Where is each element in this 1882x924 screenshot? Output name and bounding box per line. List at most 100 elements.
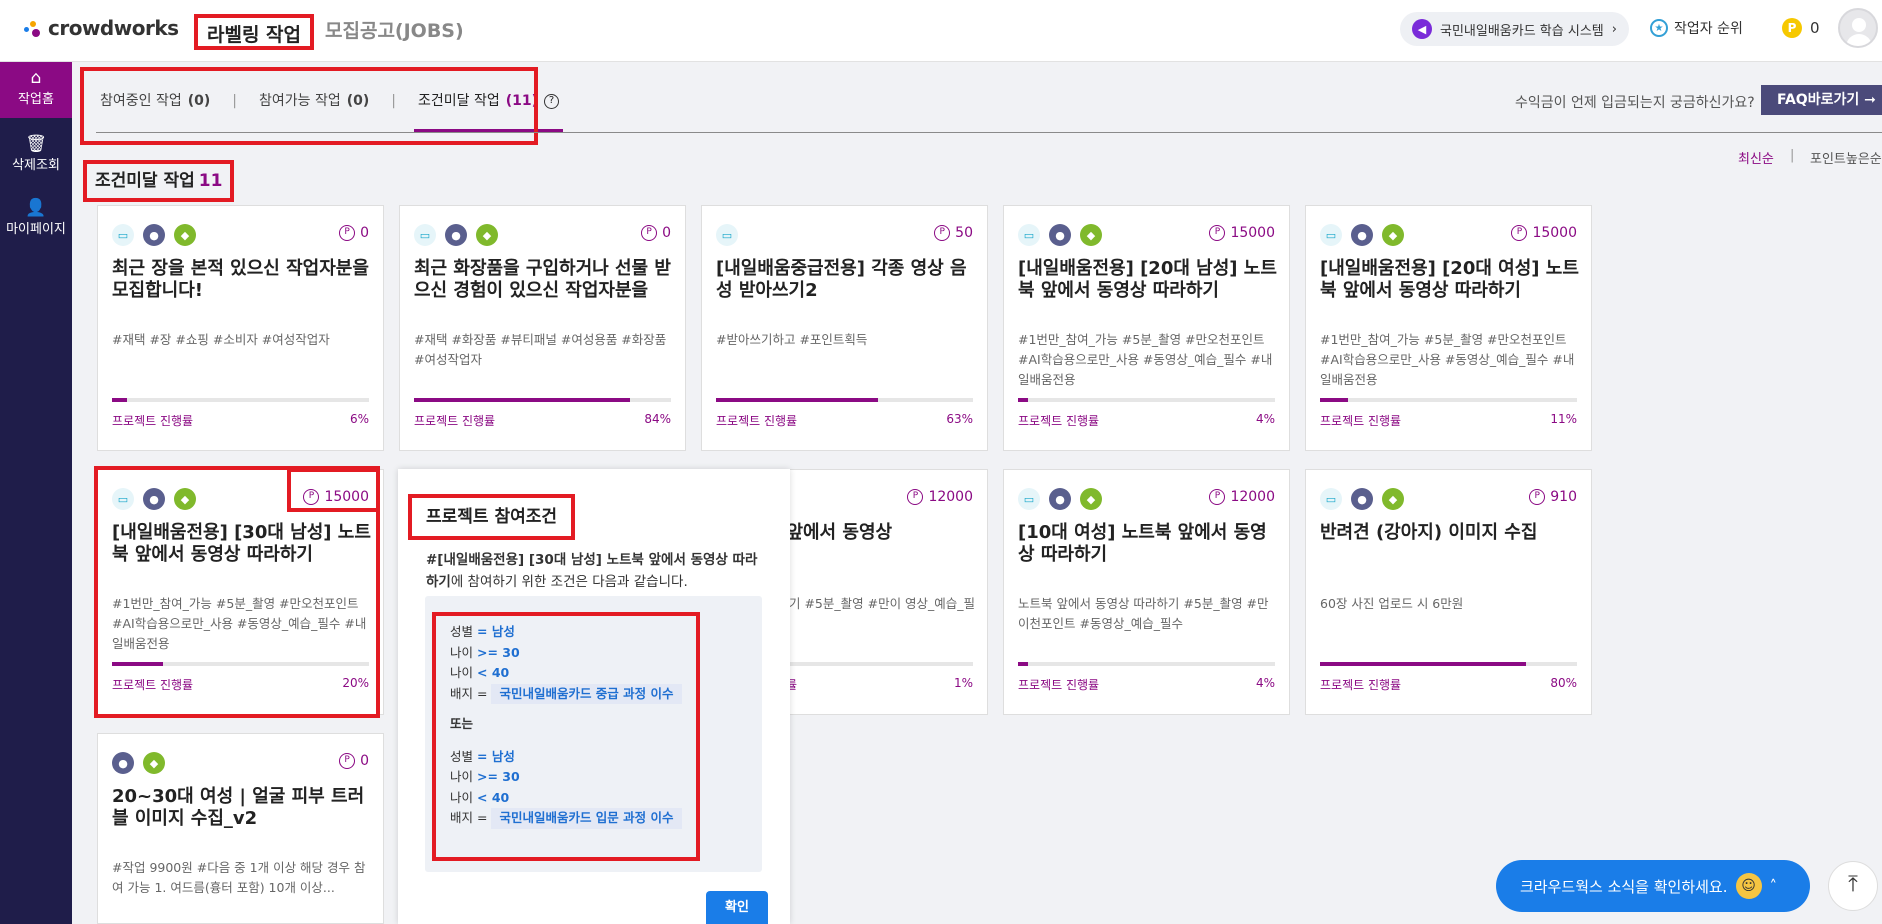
android-icon: ◆ [1080, 224, 1102, 246]
project-card[interactable]: ▭ ● ◆ P 15000 [내일배움전용] [30대 남성] 노트북 앞에서 동영상 따… [97, 469, 384, 715]
learning-system-button[interactable]: ◀ 국민내일배움카드 학습 시스템 › [1400, 12, 1629, 46]
worker-rank-link[interactable]: ★ 작업자 순위 [1650, 18, 1743, 38]
cond-value: < 40 [477, 789, 510, 805]
apple-icon: ● [1351, 488, 1373, 510]
project-card[interactable]: ▭ ● ◆ P 910 반려견 (강아지) 이미지 수집 60장 사진 업로드 시 6만원 프… [1305, 469, 1592, 715]
cond-key: 배지 = [450, 810, 488, 825]
worker-rank-label: 작업자 순위 [1674, 21, 1743, 37]
news-label: 크라우드웍스 소식을 확인하세요. [1520, 877, 1728, 896]
card-points: P 910 [1529, 489, 1577, 505]
project-card[interactable]: ▭ P 50 [내일배움중급전용] 각종 영상 음성 받아쓰기2 #받아쓰기하고 #포인… [701, 205, 988, 451]
faq-button[interactable]: FAQ바로가기 ➞ [1761, 85, 1882, 115]
monitor-icon: ▭ [1320, 224, 1342, 246]
progress-label: 프로젝트 진행률 [716, 414, 798, 428]
point-icon: P [1209, 489, 1226, 505]
project-card[interactable]: ● ◆ P 0 20~30대 여성 | 얼굴 피부 트러블 이미지 수집_v2 #작업 9… [97, 733, 384, 924]
tabs-divider-line [96, 132, 1882, 133]
logo-mark-icon [22, 18, 42, 38]
card-points: P 15000 [303, 489, 369, 505]
android-icon: ◆ [1382, 488, 1404, 510]
sort-newest[interactable]: 최신순 [1738, 148, 1774, 167]
sidebar-item-work-home[interactable]: ⌂ 작업홈 [0, 62, 72, 118]
section-count: 11 [198, 171, 223, 191]
progress-percent: 6% [349, 412, 369, 426]
card-points: P 12000 [907, 489, 973, 505]
card-points-value: 0 [360, 225, 369, 241]
android-icon: ◆ [174, 224, 196, 246]
popup-description: #[내일배움전용] [30대 남성] 노트북 앞에서 동영상 따라하기에 참여하… [426, 549, 766, 593]
card-tags: #받아쓰기하고 #포인트획득 [716, 332, 868, 347]
cond-key: 나이 [450, 769, 474, 784]
apple-icon: ● [112, 752, 134, 774]
card-points: P 50 [934, 225, 973, 241]
card-points-value: 15000 [1230, 225, 1275, 241]
progress-percent: 1% [953, 676, 973, 690]
nav-labeling-work[interactable]: 라벨링 작업 [194, 14, 314, 50]
sort-divider: | [1790, 148, 1795, 163]
progress-bar [716, 398, 973, 402]
platform-icons: ▭ [716, 224, 738, 246]
cond-key: 배지 = [450, 685, 488, 701]
cond-badge: 국민내일배움카드 중급 과정 이수 [491, 683, 682, 704]
sidebar: ⌂ 작업홈 🗑 삭제조회 👤 마이페이지 [0, 62, 72, 924]
crowdworks-logo[interactable]: crowdworks [22, 16, 179, 40]
card-points: P0 [339, 225, 369, 241]
project-card[interactable]: ▭ ● ◆ P 12000 [10대 여성] 노트북 앞에서 동영상 따라하기 노트북 앞에… [1003, 469, 1290, 715]
platform-icons: ▭ ● ◆ [1320, 224, 1404, 246]
chevron-right-icon: › [1611, 21, 1617, 37]
popup-desc-rest: 에 참여하기 위한 조건은 다음과 같습니다. [450, 574, 688, 590]
progress-bar [1320, 398, 1577, 402]
cond-key: 성별 [450, 624, 474, 639]
point-icon: P [907, 489, 924, 505]
project-card[interactable]: ▭ ● ◆ P 0 최근 장을 본적 있으신 작업자분을 모집합니다! #재택 #장 #쇼핑… [97, 205, 384, 451]
chevron-up-icon: ˄ [1769, 877, 1778, 895]
card-tags: #1번만_참여_가능 #5분_촬영 #만오천포인트 #AI학습용으로만_사용 #… [112, 596, 367, 651]
sidebar-item-mypage[interactable]: 👤 마이페이지 [0, 192, 72, 248]
card-points-value: 0 [662, 225, 671, 241]
card-points-value: 15000 [1532, 225, 1577, 241]
project-card[interactable]: ▭ ● ◆ P 15000 [내일배움전용] [20대 여성] 노트북 앞에서 동영상 따… [1305, 205, 1592, 451]
sidebar-item-label: 작업홈 [18, 92, 54, 107]
help-icon[interactable]: ? [544, 93, 560, 109]
card-tags: 노트북 앞에서 동영상 따라하기 #5분_촬영 #만이천포인트 #동영상_예습_… [1018, 596, 1269, 631]
card-points: P0 [339, 753, 369, 769]
monitor-icon: ▭ [1018, 488, 1040, 510]
card-title: [10대 여성] 노트북 앞에서 동영상 따라하기 [1018, 522, 1267, 565]
progress-fill [1320, 662, 1526, 666]
android-icon: ◆ [143, 752, 165, 774]
nav-jobs[interactable]: 모집공고(JOBS) [325, 14, 464, 50]
card-points-value: 12000 [928, 489, 973, 505]
card-title: 최근 화장품을 구입하거나 선물 받으신 경험이 있으신 작업자분을 ... [414, 258, 671, 301]
sidebar-item-deleted[interactable]: 🗑 삭제조회 [0, 128, 72, 184]
or-label: 또는 [450, 716, 474, 731]
platform-icons: ▭ ● ◆ [112, 488, 196, 510]
confirm-button[interactable]: 확인 [706, 891, 768, 924]
platform-icons: ▭ ● ◆ [112, 224, 196, 246]
scroll-top-button[interactable]: ⤒ [1828, 861, 1878, 911]
card-points: P 15000 [1511, 225, 1577, 241]
points-display[interactable]: P 0 [1782, 18, 1820, 38]
progress-percent: 80% [1550, 676, 1577, 690]
monitor-icon: ▭ [1018, 224, 1040, 246]
card-points: P0 [641, 225, 671, 241]
progress-label: 프로젝트 진행률 [414, 414, 496, 428]
top-header: crowdworks 라벨링 작업 모집공고(JOBS) ◀ 국민내일배움카드 … [0, 0, 1882, 62]
monitor-icon: ▭ [414, 224, 436, 246]
progress-percent: 20% [342, 676, 369, 690]
section-title: 조건미달 작업 11 [83, 160, 235, 202]
progress-fill [1018, 398, 1029, 402]
project-card[interactable]: ▭ ● ◆ P 0 최근 화장품을 구입하거나 선물 받으신 경험이 있으신 작업자분을 … [399, 205, 686, 451]
progress-bar [414, 398, 671, 402]
sort-points-high[interactable]: 포인트높은순 [1810, 148, 1882, 167]
conditions-list: 성별 = 남성 나이 >= 30 나이 < 40 배지 = 국민내일배움카드 중급… [432, 612, 700, 861]
project-card[interactable]: ▭ ● ◆ P 15000 [내일배움전용] [20대 남성] 노트북 앞에서 동영상 따… [1003, 205, 1290, 451]
progress-fill [414, 398, 630, 402]
news-button[interactable]: 크라우드웍스 소식을 확인하세요. ☺ ˄ [1496, 860, 1810, 912]
progress-label: 프로젝트 진행률 [1320, 678, 1402, 692]
card-title: 20~30대 여성 | 얼굴 피부 트러블 이미지 수집_v2 [112, 786, 365, 829]
avatar[interactable] [1838, 8, 1878, 48]
cond-value: = 남성 [477, 624, 515, 639]
platform-icons: ▭ ● ◆ [1018, 224, 1102, 246]
progress-label: 프로젝트 진행률 [112, 414, 194, 428]
card-tags: #1번만_참여_가능 #5분_촬영 #만오천포인트 #AI학습용으로만_사용 #… [1320, 332, 1575, 387]
